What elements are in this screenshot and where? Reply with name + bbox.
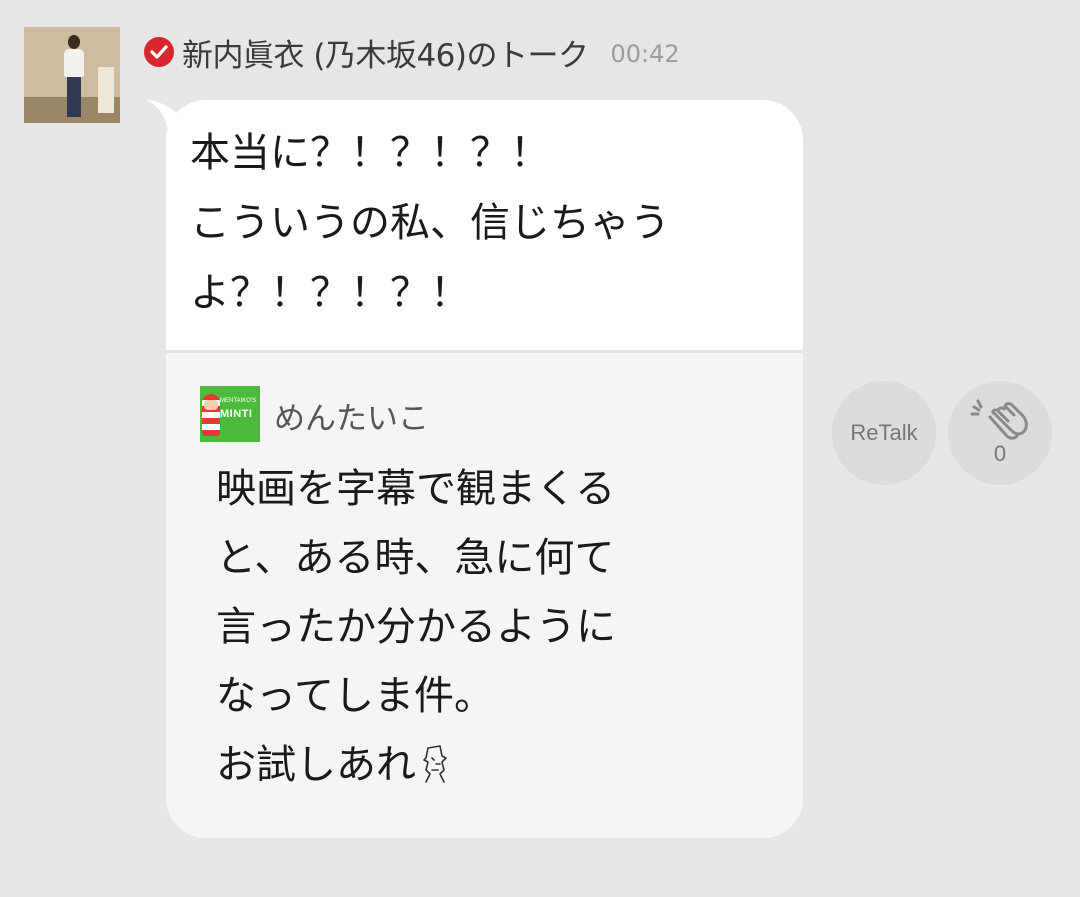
avatar-rack [98, 67, 114, 113]
clap-button[interactable]: 0 [948, 381, 1052, 485]
sender-name[interactable]: 新内眞衣 (乃木坂46)のトーク [182, 30, 589, 75]
message-header: 新内眞衣 (乃木坂46)のトーク 00:42 [144, 30, 680, 74]
moai-emoji-icon [423, 745, 447, 783]
avatar-person-top [64, 49, 84, 77]
message-bubble[interactable]: 本当に？！？！？！ こういうの私、信じちゃう よ？！？！？！ MENTAIKO'… [166, 100, 803, 838]
thumb-brand-text: MINTI [220, 408, 253, 420]
sender-avatar[interactable] [24, 27, 120, 123]
quoted-author-avatar: MENTAIKO'S MINTI [200, 386, 260, 442]
quoted-text: 映画を字幕で観まくる と、ある時、急に何て 言ったか分かるように なってしま件。… [216, 455, 776, 800]
avatar-person-head [68, 35, 80, 49]
quoted-text-body: 映画を字幕で観まくる と、ある時、急に何て 言ったか分かるように なってしま件。… [216, 466, 616, 788]
avatar-person-legs [67, 77, 81, 117]
verified-check-icon [144, 37, 174, 67]
message-text: 本当に？！？！？！ こういうの私、信じちゃう よ？！？！？！ [190, 130, 670, 316]
retalk-label: ReTalk [850, 420, 918, 445]
message-timestamp: 00:42 [610, 39, 680, 68]
clap-icon [970, 399, 1028, 440]
clap-count: 0 [993, 441, 1007, 466]
quoted-author-name: めんたいこ [274, 401, 429, 437]
mascot-face [204, 400, 218, 410]
thumb-small-text: MENTAIKO'S [220, 398, 257, 404]
quoted-post[interactable]: MENTAIKO'S MINTI めんたいこ 映画を字幕で観まくる と、ある時、… [166, 350, 803, 838]
retalk-button[interactable]: ReTalk [832, 381, 936, 485]
